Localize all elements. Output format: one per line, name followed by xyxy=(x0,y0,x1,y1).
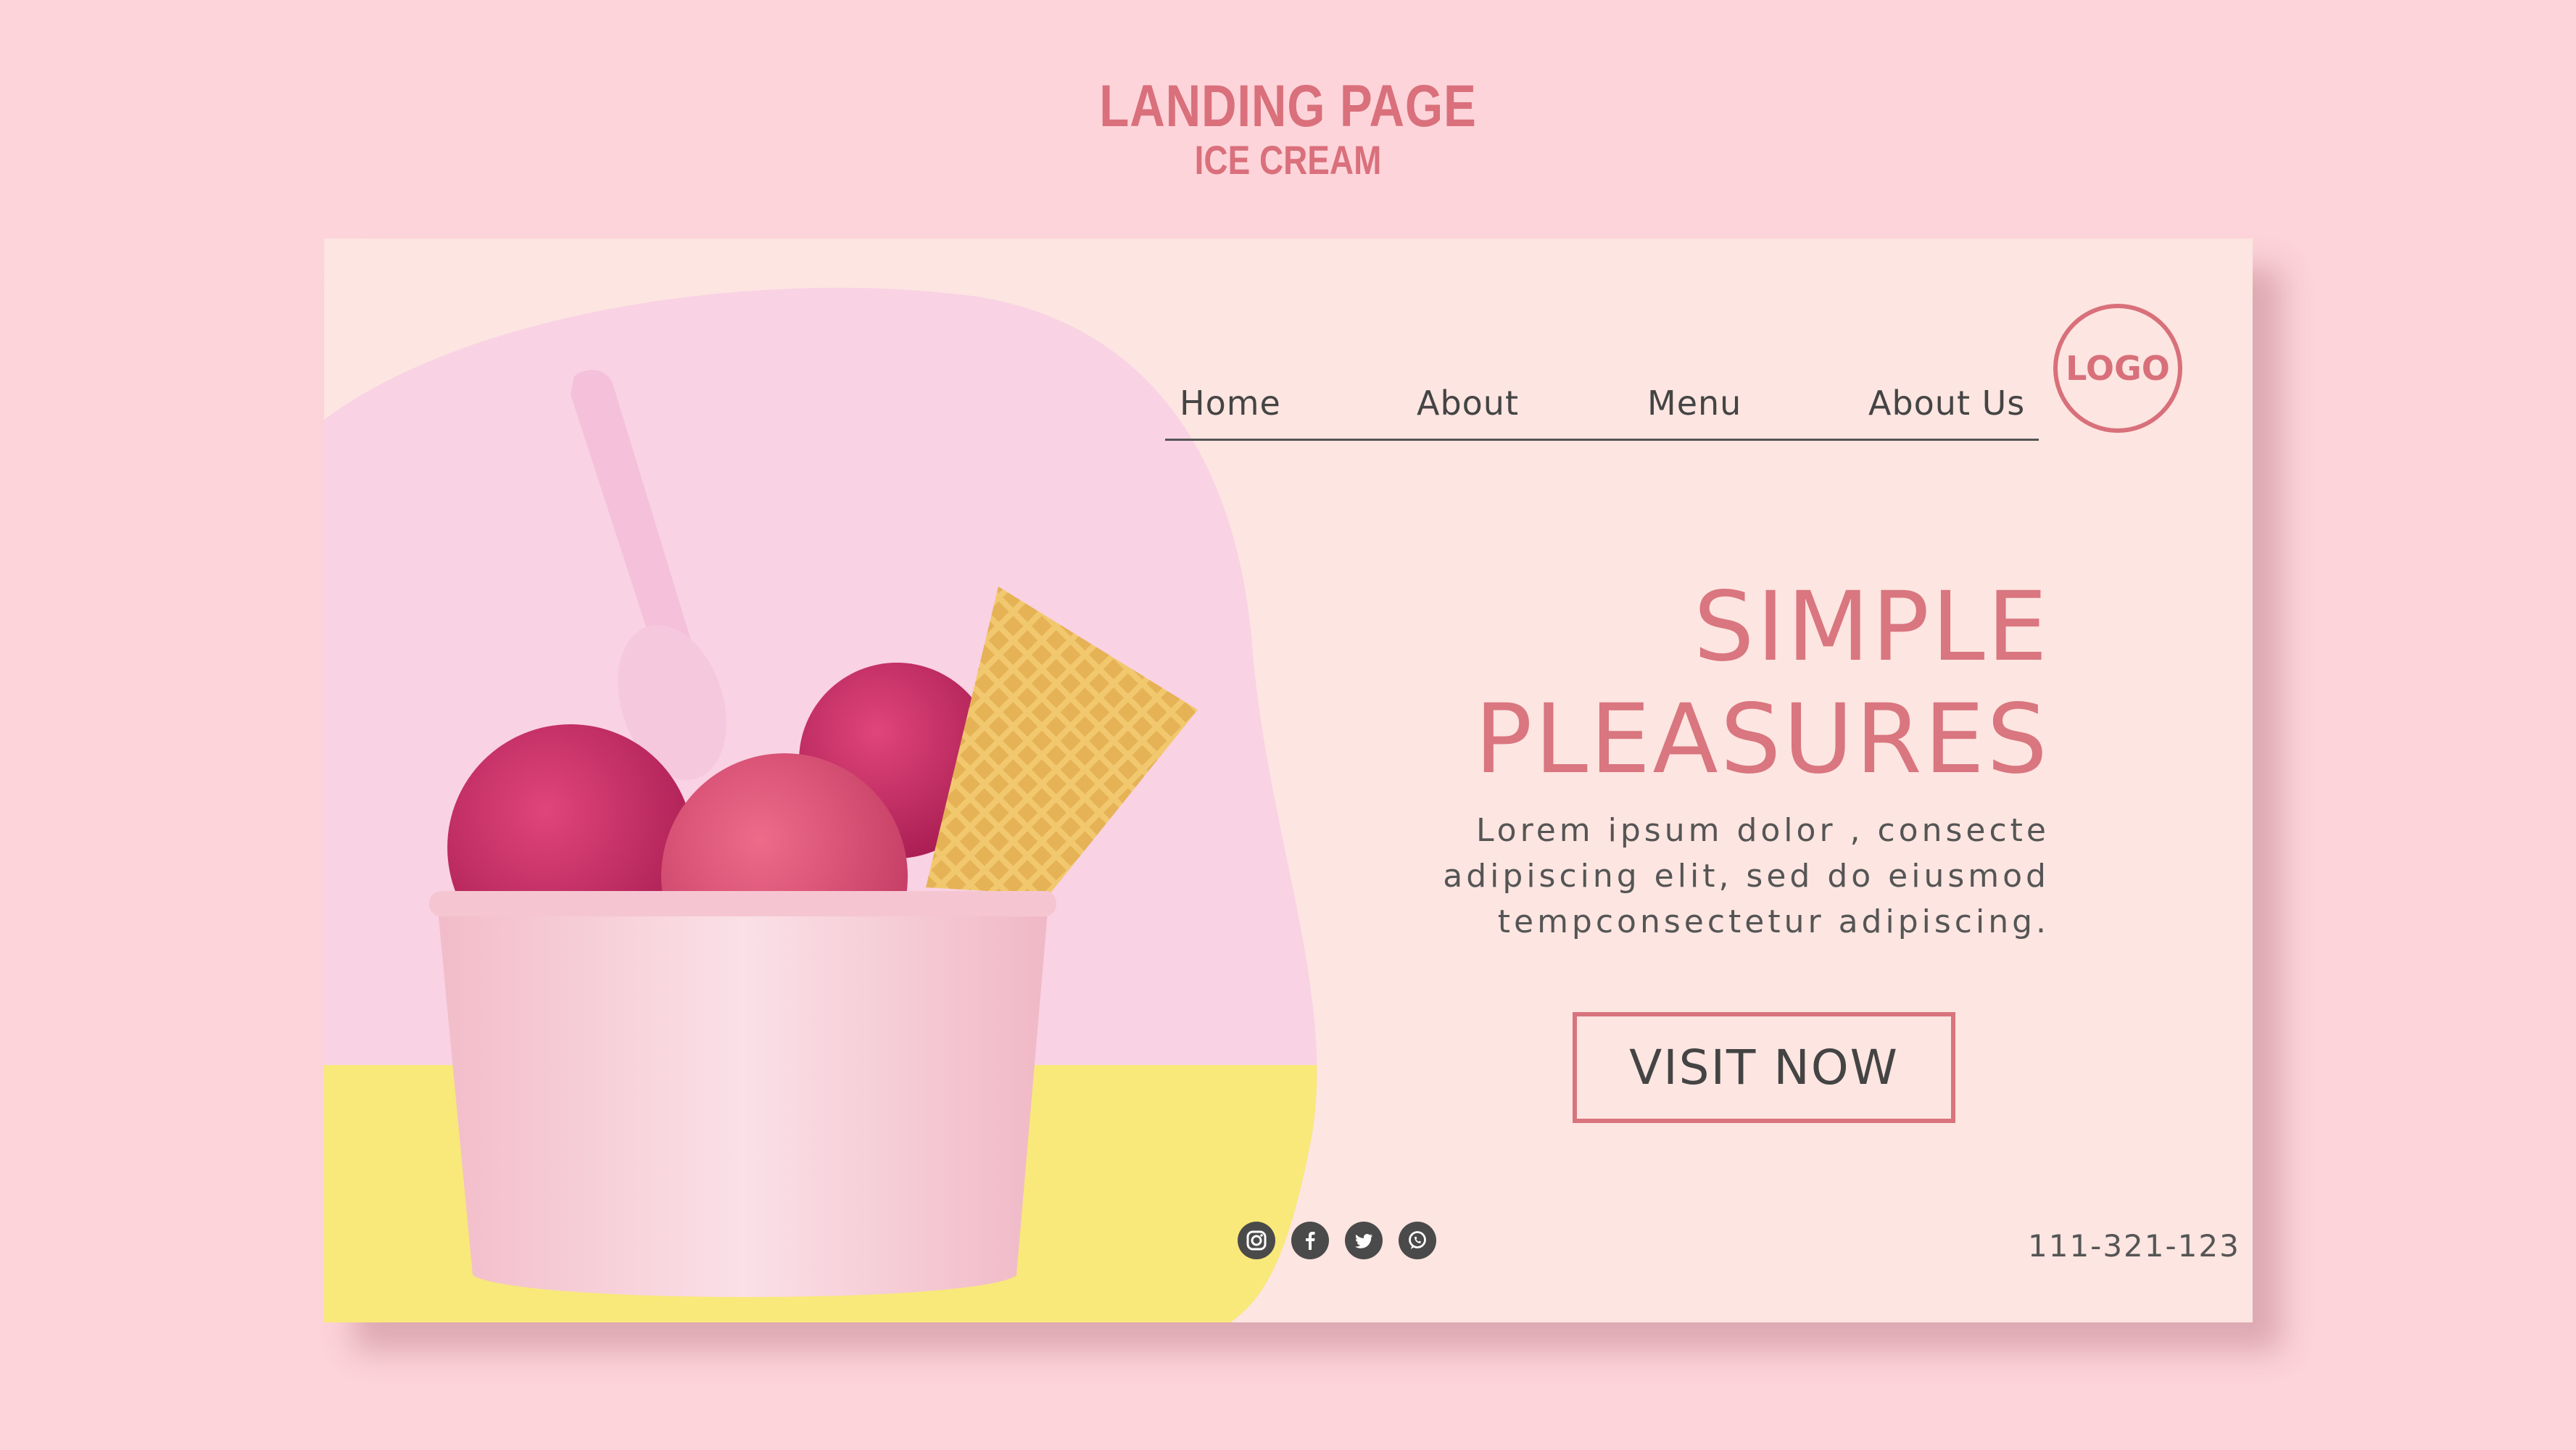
cup xyxy=(429,891,1056,1297)
landing-card: Home About Menu About Us LOGO SIMPLE PLE… xyxy=(324,239,2253,1322)
phone-number: 111-321-123 xyxy=(2028,1228,2240,1264)
nav-item-menu[interactable]: Menu xyxy=(1647,384,1742,423)
main-nav: Home About Menu About Us xyxy=(1165,384,2057,442)
hero-body-line: adipiscing elit, sed do eiusmod xyxy=(1443,858,2050,895)
facebook-icon[interactable] xyxy=(1291,1222,1329,1259)
page-subtitle: ICE CREAM xyxy=(1194,137,1382,183)
instagram-icon[interactable] xyxy=(1238,1222,1275,1259)
nav-item-about[interactable]: About xyxy=(1417,384,1519,423)
nav-item-about-us[interactable]: About Us xyxy=(1868,384,2025,423)
whatsapp-icon[interactable] xyxy=(1399,1222,1436,1259)
hero-body: Lorem ipsum dolor , consecte adipiscing … xyxy=(1180,808,2050,945)
page-title: LANDING PAGE xyxy=(1099,73,1477,139)
hero-body-line: tempconsectetur adipiscing. xyxy=(1497,903,2050,940)
logo[interactable]: LOGO xyxy=(2053,304,2182,433)
headline-line2: PLEASURES xyxy=(1474,684,2050,795)
nav-underline xyxy=(1165,439,2039,441)
hero-body-line: Lorem ipsum dolor , consecte xyxy=(1475,812,2050,849)
twitter-icon[interactable] xyxy=(1345,1222,1383,1259)
visit-now-button[interactable]: VISIT NOW xyxy=(1573,1012,1955,1123)
headline-line1: SIMPLE xyxy=(1693,571,2050,683)
nav-item-home[interactable]: Home xyxy=(1180,384,1281,423)
